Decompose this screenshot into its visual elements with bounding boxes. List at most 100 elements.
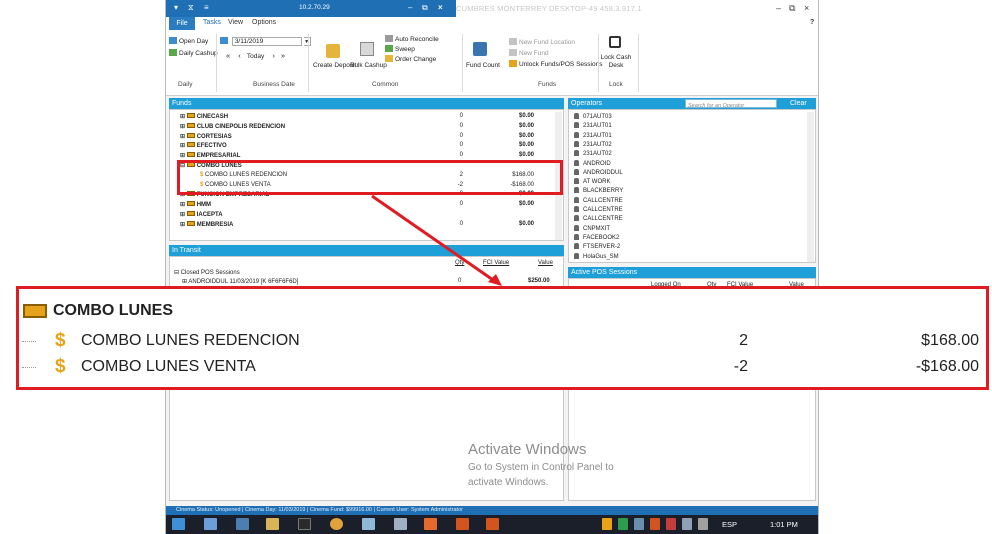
expand-icon[interactable]: ⊞ [180, 212, 187, 218]
pos-app-icon[interactable] [424, 518, 437, 530]
terminal-icon[interactable] [298, 518, 311, 530]
tab-view[interactable]: View [228, 19, 243, 26]
fund-icon [186, 113, 195, 118]
quick-access-dropdown-icon[interactable]: ≡ [204, 3, 209, 12]
operator-item[interactable]: 231AUT01 [574, 122, 612, 129]
open-day-button[interactable]: Open Day [169, 37, 208, 45]
clear-search-button[interactable]: Clear [790, 98, 807, 109]
remote-close-icon[interactable]: × [438, 3, 443, 12]
business-date-field[interactable]: 3/11/2019 ▼ [220, 37, 311, 46]
operator-item[interactable]: CNPMXIT [574, 224, 610, 232]
operator-item[interactable]: CALLCENTRE [574, 206, 623, 213]
operators-list[interactable]: 071AUT03 231AUT01 231AUT01 231AUT02 231AUT02… [568, 109, 816, 263]
fund-qty: 0 [459, 142, 463, 149]
fund-row[interactable]: ⊞ CINECASH 0 $0.00 [170, 113, 534, 120]
last-day-icon[interactable]: » [281, 51, 285, 60]
arrow-head [488, 274, 502, 286]
tray-app-icon[interactable] [634, 518, 644, 530]
operator-item[interactable]: 231AUT02 [574, 150, 612, 157]
clock[interactable]: 1:01 PM [770, 520, 798, 529]
operators-scrollbar[interactable] [807, 112, 814, 262]
next-day-icon[interactable]: › [272, 51, 275, 60]
zoom-row-redencion[interactable]: $ COMBO LUNES REDENCION 2 $168.00 [19, 329, 986, 353]
order-change-button[interactable]: Order Change [385, 55, 436, 63]
network-icon[interactable] [362, 518, 375, 530]
operator-item[interactable]: 231AUT01 [574, 131, 612, 139]
search-icon[interactable] [394, 518, 407, 530]
ribbon-separator [308, 34, 309, 92]
close-icon[interactable]: × [804, 3, 809, 13]
date-input[interactable]: 3/11/2019 [231, 37, 302, 46]
expand-icon[interactable]: ⊞ [180, 143, 187, 149]
new-fund-button[interactable]: New Fund [509, 49, 549, 57]
remote-restore-icon[interactable]: ⧉ [422, 3, 428, 13]
expand-icon[interactable]: ⊞ [180, 153, 187, 159]
operator-search-input[interactable]: Search for an Operator [685, 99, 777, 109]
operator-item[interactable]: FACEBOOK2 [574, 233, 619, 241]
minimize-icon[interactable]: – [776, 3, 781, 13]
fund-count-button[interactable]: Fund Count [466, 62, 500, 69]
app-menu-icon[interactable]: ▾ [174, 3, 178, 12]
zoom-row-venta[interactable]: $ COMBO LUNES VENTA -2 -$168.00 [19, 355, 986, 379]
help-icon[interactable]: ? [810, 19, 814, 26]
restore-icon[interactable]: ⧉ [789, 3, 795, 14]
sweep-button[interactable]: Sweep [385, 45, 415, 53]
column-header-value[interactable]: Value [538, 260, 553, 266]
fund-row[interactable]: ⊞ CORTESIAS 0 $0.00 [170, 132, 534, 140]
closed-pos-sessions-node[interactable]: ⊟ Closed POS Sessions [174, 269, 240, 276]
operator-item[interactable]: HolaGus_SM [574, 252, 619, 260]
today-button[interactable]: Today [247, 53, 264, 60]
expand-icon[interactable]: ⊞ [180, 114, 187, 120]
expand-icon[interactable]: ⊞ [180, 124, 187, 130]
auto-reconcile-button[interactable]: Auto Reconcile [385, 35, 439, 43]
pos-app-icon[interactable] [456, 518, 469, 530]
file-explorer-icon[interactable] [204, 518, 217, 530]
remote-minimize-icon[interactable]: – [408, 3, 412, 12]
operator-name: ANDROIDDUL [583, 169, 623, 176]
previous-day-icon[interactable]: ‹ [238, 51, 241, 60]
operator-item[interactable]: FTSERVER-2 [574, 243, 620, 250]
operator-item[interactable]: ANDROIDDUL [574, 168, 623, 176]
volume-icon[interactable] [698, 518, 708, 530]
tab-file[interactable]: File [169, 17, 195, 30]
network-tray-icon[interactable] [682, 518, 692, 530]
tray-app-icon[interactable] [602, 518, 612, 530]
server-manager-icon[interactable] [236, 518, 249, 530]
tree-connector [22, 341, 36, 342]
first-day-icon[interactable]: « [226, 51, 230, 60]
language-indicator[interactable]: ESP [722, 520, 737, 529]
fund-row[interactable]: ⊞ CLUB CINEPOLIS REDENCION 0 $0.00 [170, 122, 534, 130]
chrome-icon[interactable] [330, 518, 343, 530]
tab-options[interactable]: Options [252, 19, 276, 26]
user-icon [574, 206, 579, 212]
tray-app-icon[interactable] [666, 518, 676, 530]
unlock-funds-button[interactable]: Unlock Funds/POS Sessions [509, 60, 602, 68]
start-icon[interactable] [172, 518, 185, 530]
tray-app-icon[interactable] [618, 518, 628, 530]
operator-item[interactable]: CALLCENTRE [574, 196, 623, 204]
pos-app-icon[interactable] [486, 518, 499, 530]
expand-icon[interactable]: ⊞ [180, 134, 187, 140]
operator-item[interactable]: 071AUT03 [574, 113, 612, 120]
group-funds-label: Funds [538, 81, 557, 88]
folder-icon[interactable] [266, 518, 279, 530]
quick-access-icon[interactable]: ⧖ [188, 3, 194, 13]
tray-app-icon[interactable] [650, 518, 660, 530]
tab-tasks[interactable]: Tasks [203, 19, 221, 26]
lock-cash-desk-button[interactable]: Lock Cash Desk [600, 54, 632, 70]
zoom-row-label: COMBO LUNES REDENCION [81, 332, 300, 349]
operator-item[interactable]: CALLCENTRE [574, 215, 623, 222]
operator-item[interactable]: 231AUT02 [574, 140, 612, 148]
expand-icon[interactable]: ⊞ [180, 202, 187, 208]
fund-row[interactable]: ⊞ EMPRESARIAL 0 $0.00 [170, 152, 534, 159]
operator-item[interactable]: BLACKBERRY [574, 187, 623, 194]
new-fund-location-button[interactable]: New Fund Location [509, 38, 575, 46]
daily-cashup-button[interactable]: Daily Cashup [169, 49, 218, 57]
operator-item[interactable]: AT WORK [574, 178, 610, 185]
operator-name: FTSERVER-2 [583, 244, 621, 251]
pos-session-row[interactable]: ⊞ ANDROIDDUL 11/03/2019 [K 6F6F6F6D] [182, 278, 298, 285]
fund-row[interactable]: ⊞ EFECTIVO 0 $0.00 [170, 142, 534, 149]
operator-item[interactable]: ANDROID [574, 159, 611, 167]
bulk-cashup-button[interactable]: Bulk Cashup [350, 62, 387, 69]
expand-icon[interactable]: ⊞ [180, 222, 187, 228]
